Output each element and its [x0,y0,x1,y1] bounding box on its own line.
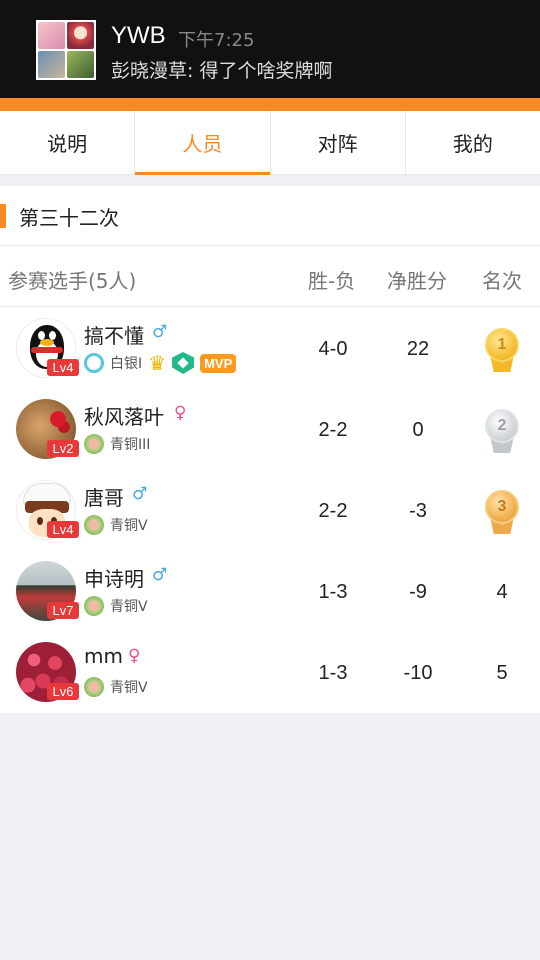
header-players: 参赛选手(5人) [8,269,137,293]
win-loss: 2-2 [318,419,348,441]
table-row[interactable]: Lv4 搞不懂 ♂ 白银I ♛ MVP 4-0 22 1 [0,308,540,389]
table-header: 参赛选手(5人) 胜-负 净胜分 名次 [0,247,540,307]
male-icon: ♂ [132,484,148,504]
section-header: 第三十二次 [0,186,540,246]
win-loss: 1-3 [318,662,348,684]
section-title: 第三十二次 [19,206,119,230]
male-icon: ♂ [152,322,168,342]
table-row[interactable]: Lv2 秋风落叶 ♀ 青铜III 2-2 0 2 [0,389,540,470]
rank-tier: 白银I ♛ MVP [84,351,237,375]
win-loss: 1-3 [318,581,348,603]
tab-members[interactable]: 人员 [135,111,271,175]
tab-bar: 说明 人员 对阵 我的 [0,111,540,175]
level-badge: Lv4 [47,359,79,376]
silver-medal-icon: 2 [483,409,521,453]
female-icon: ♀ [128,646,141,666]
notification-time: 下午7:25 [178,30,255,51]
win-loss: 4-0 [318,338,348,360]
rank-tier: 青铜III [84,433,150,455]
win-loss: 2-2 [318,500,348,522]
tier-label: 青铜V [110,680,148,696]
tab-mine[interactable]: 我的 [406,111,540,174]
net-points: -9 [409,581,427,603]
table-row[interactable]: Lv6 mm ♀ 青铜V 1-3 -10 5 [0,632,540,713]
tier-label: 青铜III [110,437,151,453]
section-marker [0,204,6,228]
bronze-medal-icon: 3 [483,490,521,534]
level-badge: Lv6 [47,683,79,700]
bronze-tier-icon [84,434,104,454]
table-row[interactable]: Lv4 唐哥 ♂ 青铜V 2-2 -3 3 [0,470,540,551]
player-name: 申诗明 [84,567,144,591]
net-points: 22 [406,338,430,360]
notification-banner[interactable]: YWB 下午7:25 彭晓漫草: 得了个啥奖牌啊 [0,0,540,98]
player-name: 唐哥 [84,486,124,510]
rank-tier: 青铜V [84,595,148,617]
shield-icon [172,352,195,374]
net-points: 0 [412,419,424,441]
level-badge: Lv4 [47,521,79,538]
tab-description[interactable]: 说明 [0,111,136,174]
bronze-tier-icon [84,677,104,697]
male-icon: ♂ [152,565,168,585]
notification-message: 彭晓漫草: 得了个啥奖牌啊 [111,60,333,82]
player-name: 秋风落叶 [84,405,164,429]
standings-card: 第三十二次 参赛选手(5人) 胜-负 净胜分 名次 Lv4 搞不懂 ♂ 白银I … [0,186,540,713]
header-win-loss: 胜-负 [308,269,356,293]
level-badge: Lv2 [47,440,79,457]
rank: 5 [496,662,508,684]
bronze-tier-icon [84,596,104,616]
notification-title: YWB [111,22,166,49]
player-name: 搞不懂 [84,324,144,348]
net-points: -10 [403,662,433,684]
header-bar [0,98,540,111]
rank-tier: 青铜V [84,676,148,698]
table-row[interactable]: Lv7 申诗明 ♂ 青铜V 1-3 -9 4 [0,551,540,632]
tier-label: 青铜V [110,599,148,615]
group-avatar [36,20,96,80]
crown-icon: ♛ [148,351,167,375]
mvp-badge: MVP [200,353,237,373]
net-points: -3 [409,500,427,522]
gold-medal-icon: 1 [483,328,521,372]
tab-matchups[interactable]: 对阵 [271,111,406,174]
bronze-tier-icon [84,515,104,535]
silver-tier-icon [84,353,104,373]
level-badge: Lv7 [47,602,79,619]
player-name: mm [84,644,123,668]
empty-area [0,713,540,960]
tier-label: 白银I [110,356,143,372]
header-net-points: 净胜分 [387,269,447,293]
tier-label: 青铜V [110,518,148,534]
rank: 4 [496,581,508,603]
header-rank: 名次 [482,269,522,293]
rank-tier: 青铜V [84,514,148,536]
female-icon: ♀ [174,403,187,423]
